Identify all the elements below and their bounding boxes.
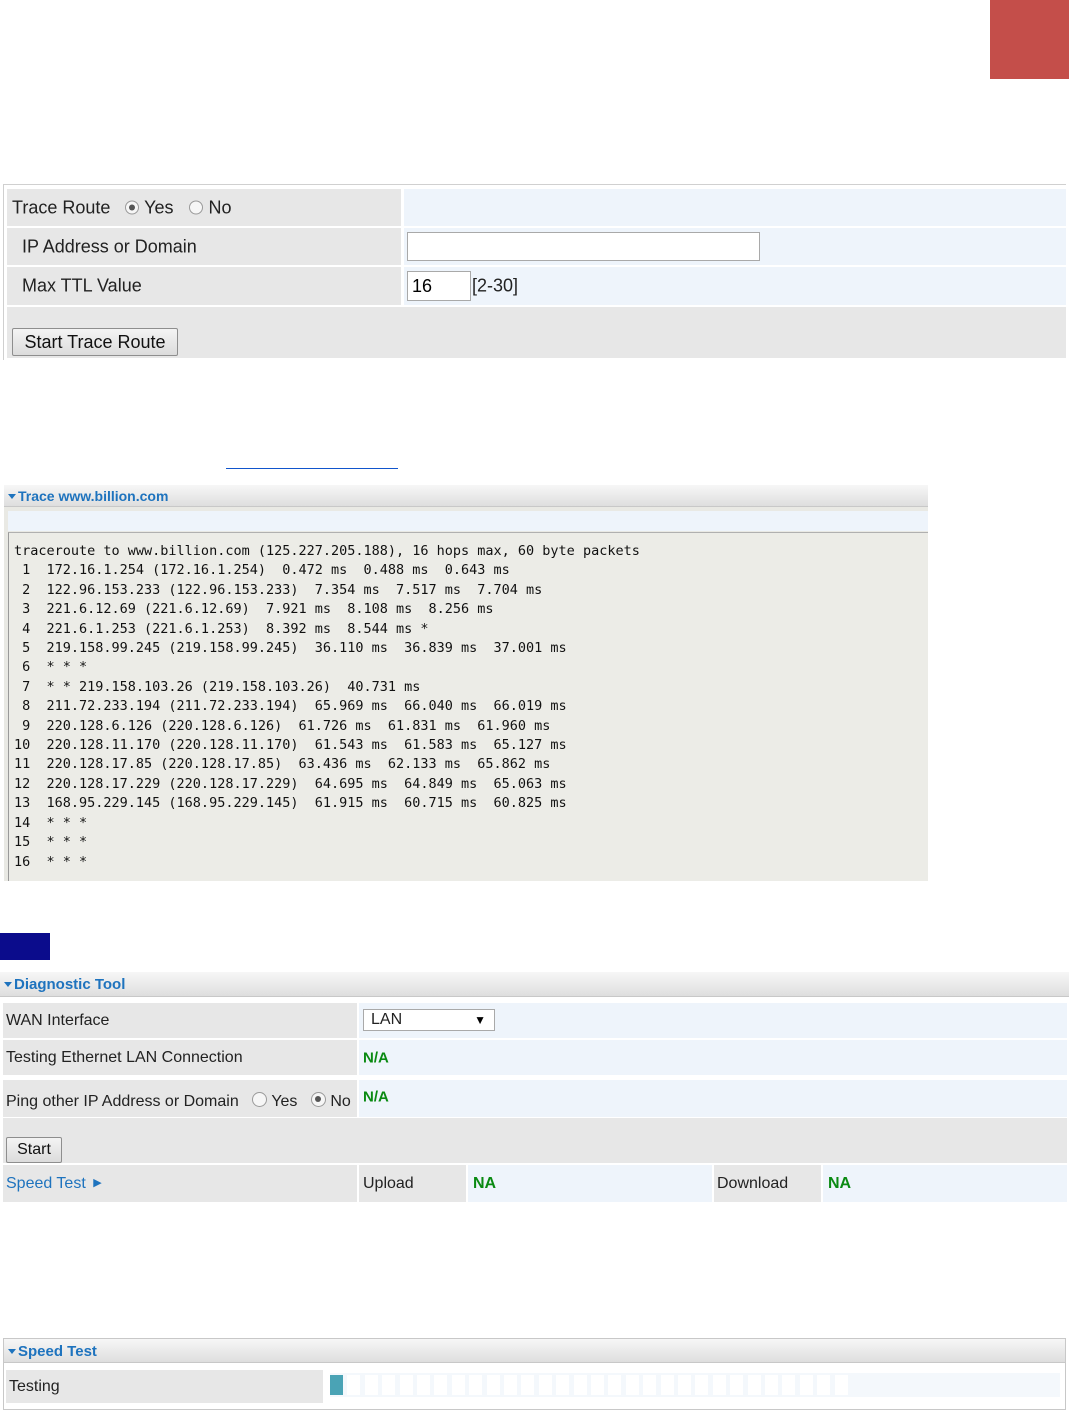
trace-no-radio[interactable] <box>189 200 204 214</box>
diagnostic-tool-title: Diagnostic Tool <box>14 976 126 993</box>
trace-panel-header[interactable]: Trace www.billion.com <box>4 485 928 507</box>
trace-panel-title: Trace www.billion.com <box>18 488 169 504</box>
reference-link[interactable] <box>226 446 398 469</box>
trace-yes-label: Yes <box>144 197 174 217</box>
progress-segment <box>660 1375 674 1395</box>
progress-segment <box>434 1375 448 1395</box>
lan-test-status: N/A <box>363 1049 389 1066</box>
progress-segment <box>695 1375 709 1395</box>
ping-status: N/A <box>363 1088 389 1106</box>
ip-address-row: IP Address or Domain <box>7 228 1066 265</box>
testing-label: Testing <box>9 1377 60 1395</box>
trace-action-row: Start Trace Route <box>7 307 1066 358</box>
trace-no-label: No <box>208 197 232 217</box>
progress-segment <box>730 1375 744 1395</box>
progress-segment <box>591 1375 604 1395</box>
trace-output-box[interactable]: traceroute to www.billion.com (125.227.2… <box>8 532 928 881</box>
progress-segment <box>451 1375 465 1395</box>
progress-segment <box>678 1375 691 1395</box>
progress-segment <box>469 1375 483 1395</box>
collapse-triangle-icon <box>8 494 16 499</box>
progress-segment <box>625 1375 639 1395</box>
upload-label: Upload <box>363 1174 414 1192</box>
lan-test-label: Testing Ethernet LAN Connection <box>6 1048 243 1066</box>
trace-output-panel: Trace www.billion.com traceroute to www.… <box>4 485 928 881</box>
max-ttl-row: Max TTL Value [2-30] <box>7 267 1066 305</box>
progress-segment <box>817 1375 831 1395</box>
ip-address-label: IP Address or Domain <box>22 236 197 256</box>
progress-segment <box>799 1375 813 1395</box>
progress-segment <box>347 1375 361 1395</box>
download-label: Download <box>717 1174 789 1192</box>
navy-marker <box>0 933 50 960</box>
start-button[interactable]: Start <box>6 1137 62 1163</box>
diagnostic-tool-header[interactable]: Diagnostic Tool <box>0 972 1069 997</box>
max-ttl-input[interactable] <box>407 271 471 301</box>
ping-no-label: No <box>330 1093 351 1111</box>
progress-segment <box>747 1375 761 1395</box>
wan-interface-value: LAN <box>371 1011 403 1028</box>
progress-segment <box>504 1375 517 1395</box>
progress-segment <box>608 1375 622 1395</box>
download-value: NA <box>828 1174 852 1192</box>
progress-segment <box>399 1375 413 1395</box>
trace-output-text: traceroute to www.billion.com (125.227.2… <box>14 543 640 870</box>
diagnostic-tool-panel: Diagnostic Tool WAN Interface LAN ▼ Test… <box>0 972 1069 1204</box>
speed-test-link[interactable]: Speed Test ▶ <box>6 1174 102 1192</box>
wan-interface-select[interactable]: LAN ▼ <box>363 1009 495 1031</box>
progress-segment <box>364 1375 378 1395</box>
progress-segment <box>573 1375 587 1395</box>
progress-segment <box>556 1375 570 1395</box>
max-ttl-label: Max TTL Value <box>22 275 142 296</box>
speed-test-progress-bar <box>330 1373 1060 1397</box>
speed-test-header[interactable]: Speed Test <box>4 1339 1065 1363</box>
expand-arrow-icon: ▶ <box>93 1176 102 1189</box>
trace-route-label: Trace Route <box>12 197 111 217</box>
max-ttl-range: [2-30] <box>472 275 519 296</box>
corner-tab <box>990 0 1069 79</box>
progress-segment <box>417 1375 430 1395</box>
progress-segment <box>330 1375 343 1395</box>
collapse-triangle-icon <box>8 1349 16 1354</box>
ip-address-input[interactable] <box>407 232 760 261</box>
speed-test-link-label: Speed Test <box>6 1174 86 1192</box>
ping-yes-label: Yes <box>271 1093 298 1111</box>
ping-no-radio[interactable] <box>310 1092 326 1108</box>
progress-segment <box>765 1375 778 1395</box>
progress-segment <box>712 1375 726 1395</box>
progress-segment <box>486 1375 500 1395</box>
trace-route-form: Trace Route Yes No IP Address or Domain … <box>3 184 1066 360</box>
trace-yes-radio[interactable] <box>125 200 140 214</box>
wan-interface-label: WAN Interface <box>6 1011 110 1029</box>
ping-label: Ping other IP Address or Domain <box>6 1093 239 1111</box>
progress-segment <box>521 1375 535 1395</box>
progress-segment <box>834 1375 848 1395</box>
ping-yes-radio[interactable] <box>252 1092 268 1108</box>
collapse-triangle-icon <box>4 982 12 987</box>
trace-route-row: Trace Route Yes No <box>7 189 1066 226</box>
progress-segment <box>382 1375 396 1395</box>
upload-value: NA <box>473 1174 497 1192</box>
speed-test-title: Speed Test <box>18 1343 97 1360</box>
dropdown-arrow-icon: ▼ <box>474 1013 486 1027</box>
progress-segment <box>538 1375 552 1395</box>
progress-segment <box>643 1375 657 1395</box>
start-trace-route-button[interactable]: Start Trace Route <box>12 328 178 356</box>
progress-segment <box>782 1375 796 1395</box>
